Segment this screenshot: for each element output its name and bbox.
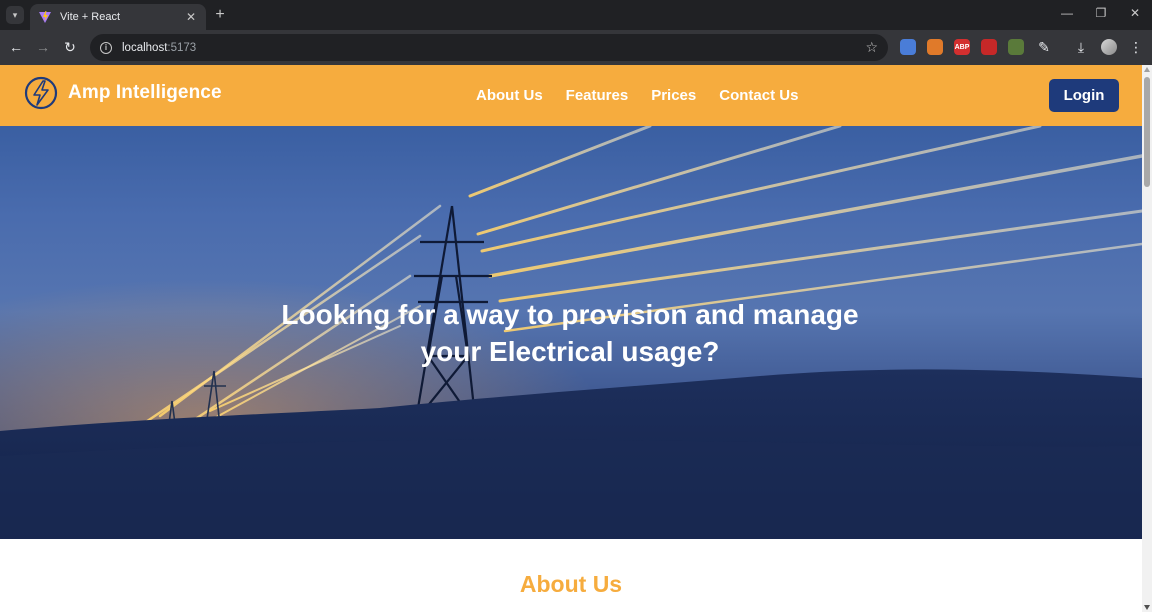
tab-title: Vite + React xyxy=(60,11,121,23)
block-extension-icon[interactable] xyxy=(981,39,997,55)
minimize-icon[interactable]: — xyxy=(1059,6,1075,20)
tab-close-icon[interactable]: ✕ xyxy=(184,10,198,24)
bookmark-star-icon[interactable]: ☆ xyxy=(865,39,878,56)
browser-tab-bar: ▾ Vite + React ✕ + — ❐ ✕ xyxy=(0,0,1152,30)
page-viewport: Amp Intelligence About Us Features Price… xyxy=(0,65,1152,612)
fox-extension-icon[interactable] xyxy=(927,39,943,55)
reload-icon[interactable]: ↻ xyxy=(62,39,78,55)
nav-link-features[interactable]: Features xyxy=(566,87,629,104)
close-window-icon[interactable]: ✕ xyxy=(1127,6,1143,20)
chevron-down-icon: ▾ xyxy=(12,9,18,20)
login-button[interactable]: Login xyxy=(1049,79,1119,112)
scroll-thumb[interactable] xyxy=(1144,77,1150,187)
page-scrollbar[interactable] xyxy=(1142,65,1152,612)
brand[interactable]: Amp Intelligence xyxy=(24,76,222,110)
hero-section: Looking for a way to provision and manag… xyxy=(0,126,1142,539)
extensions-puzzle-icon[interactable]: ✎ xyxy=(1036,38,1052,56)
hero-title: Looking for a way to provision and manag… xyxy=(281,299,859,367)
adblock-extension-icon[interactable]: ABP xyxy=(954,39,970,55)
menu-kebab-icon[interactable]: ⋮ xyxy=(1128,38,1144,56)
vite-favicon-icon xyxy=(39,11,51,23)
about-section: About Us xyxy=(0,539,1142,612)
url-port: :5173 xyxy=(167,41,197,54)
scroll-up-arrow-icon[interactable] xyxy=(1144,67,1150,72)
scroll-down-arrow-icon[interactable] xyxy=(1144,605,1150,610)
nav-link-prices[interactable]: Prices xyxy=(651,87,696,104)
address-bar[interactable]: i localhost :5173 ☆ xyxy=(90,34,888,61)
forward-icon[interactable]: → xyxy=(35,39,51,55)
main-nav: About Us Features Prices Contact Us xyxy=(476,87,798,104)
url-host: localhost xyxy=(122,41,168,54)
profile-avatar[interactable] xyxy=(1101,39,1117,55)
brand-name: Amp Intelligence xyxy=(68,82,222,103)
about-title: About Us xyxy=(519,571,623,597)
browser-toolbar: ← → ↻ i localhost :5173 ☆ ABP ✎ ⤓ ⋮ xyxy=(0,30,1152,65)
nav-link-contact-us[interactable]: Contact Us xyxy=(719,87,798,104)
circle-extension-icon[interactable] xyxy=(1008,39,1024,55)
download-icon[interactable]: ⤓ xyxy=(1073,38,1089,56)
translate-extension-icon[interactable] xyxy=(900,39,916,55)
restore-icon[interactable]: ❐ xyxy=(1093,6,1109,20)
back-icon[interactable]: ← xyxy=(8,39,24,55)
nav-link-about-us[interactable]: About Us xyxy=(476,87,543,104)
browser-tab[interactable]: Vite + React ✕ xyxy=(30,4,206,30)
site-header: Amp Intelligence About Us Features Price… xyxy=(0,65,1142,126)
new-tab-button[interactable]: + xyxy=(212,6,228,24)
lightning-bolt-logo-icon xyxy=(24,76,58,110)
site-info-icon[interactable]: i xyxy=(100,41,112,54)
tab-search-button[interactable]: ▾ xyxy=(6,6,24,24)
